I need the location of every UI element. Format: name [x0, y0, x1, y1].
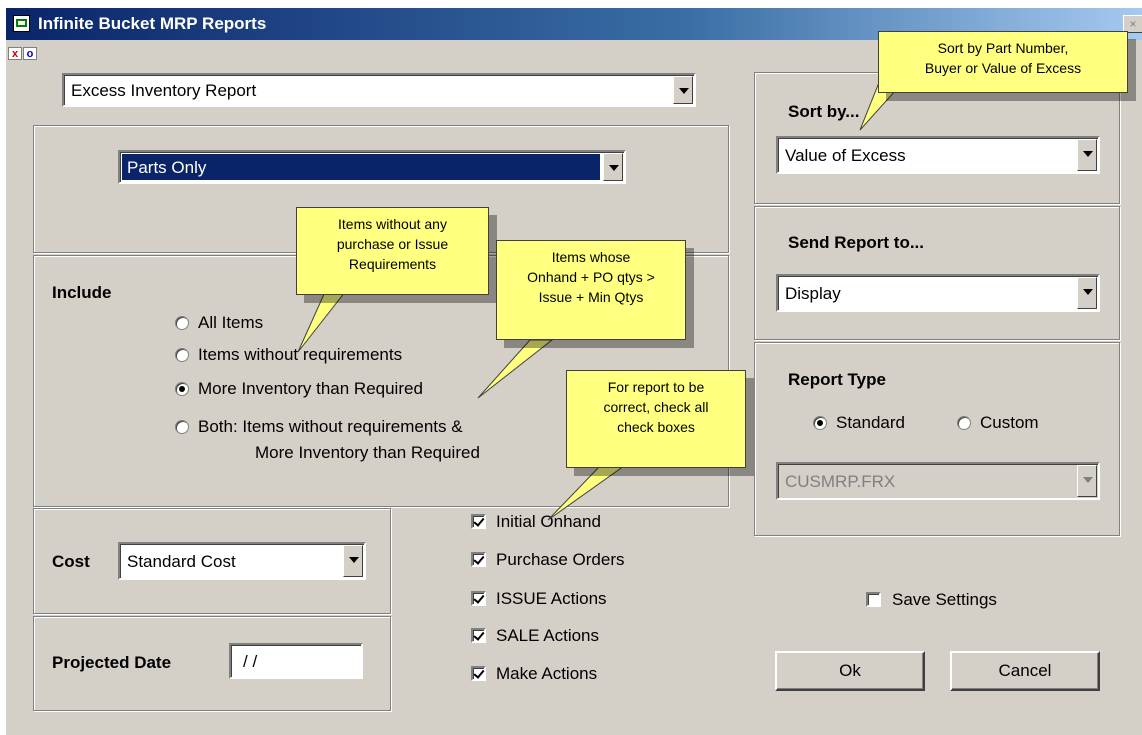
tooltip-sort-line1: Sort by Part Number,	[937, 40, 1069, 56]
tooltip-report-line2: correct, check all	[603, 399, 709, 415]
tooltip-no-req-line2: purchase or Issue	[336, 236, 449, 252]
tooltip-whose-pointer	[477, 339, 554, 399]
tooltip-whose-line3: Issue + Min Qtys	[538, 289, 644, 305]
tooltip-no-req-pointer	[297, 291, 347, 353]
tooltip-report-line1: For report to be	[607, 379, 705, 395]
tooltip-no-req-line1: Items without any	[338, 216, 447, 232]
tooltip-whose-line2: Onhand + PO qtys >	[527, 269, 655, 285]
tooltip-no-requirements: Items without any purchase or Issue Requ…	[296, 207, 489, 295]
tooltip-sort-line2: Buyer or Value of Excess	[924, 60, 1082, 76]
tooltip-whose: Items whose Onhand + PO qtys > Issue + M…	[496, 240, 686, 340]
tooltip-no-req-line3: Requirements	[348, 256, 437, 272]
tooltip-report-pointer	[547, 465, 626, 521]
tooltip-sort: Sort by Part Number, Buyer or Value of E…	[878, 31, 1128, 93]
tooltip-pointers	[297, 79, 907, 521]
tooltip-report-line3: check boxes	[617, 419, 695, 435]
tooltip-whose-line1: Items whose	[551, 249, 631, 265]
tooltip-report: For report to be correct, check all chec…	[566, 370, 746, 468]
